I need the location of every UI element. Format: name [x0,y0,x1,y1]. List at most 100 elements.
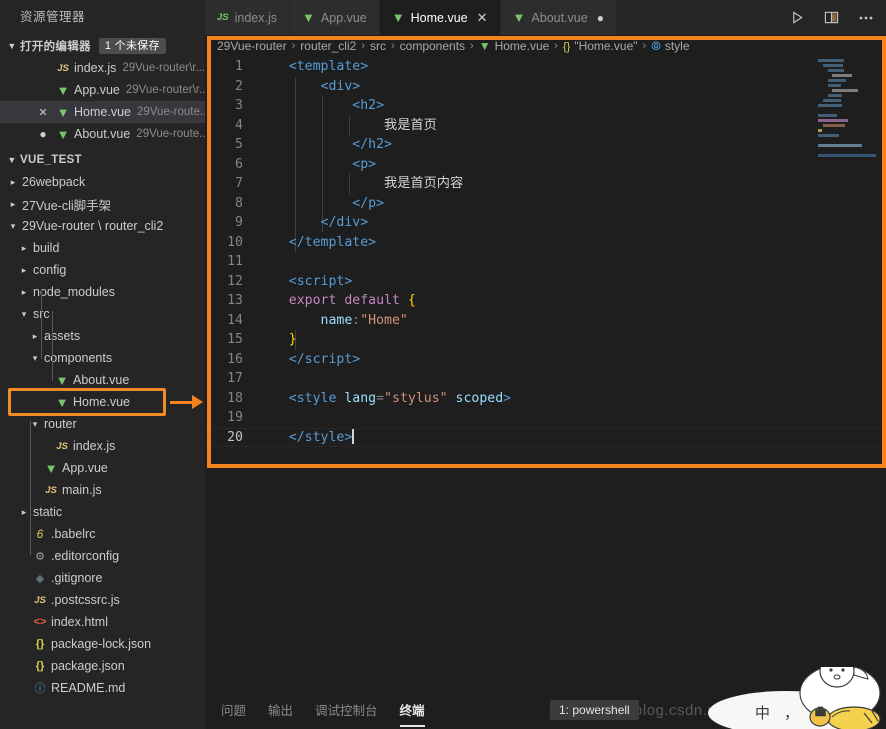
code-line[interactable]: 5 </h2> [205,135,886,155]
breadcrumb-item[interactable]: {} "Home.vue" [563,39,638,53]
chevron-right-icon: › [642,40,647,52]
code-line[interactable]: 10 </template> [205,233,886,253]
code-token: = [376,390,385,406]
editor-tab[interactable]: ▼ About.vue ● [500,0,617,35]
tree-file[interactable]: {} package-lock.json [0,633,205,655]
open-editor-item[interactable]: JS index.js 29Vue-router\r... [0,57,205,79]
tree-item-label: 29Vue-router \ router_cli2 [22,219,164,233]
chevron-right-icon: › [390,40,395,52]
dirty-indicator-icon[interactable]: ● [32,127,54,141]
panel-tab[interactable]: 调试控制台 [313,696,380,725]
tree-file[interactable]: ▼ About.vue [0,369,205,391]
code-line[interactable]: 20 </style> [205,427,886,447]
tab-dirty-icon[interactable]: ● [597,11,604,25]
code-editor[interactable]: 29Vue-router › router_cli2 › src › components ›… [205,35,886,468]
workspace-header[interactable]: ▼ VUE_TEST [0,149,205,171]
code-line[interactable]: 15 } [205,330,886,350]
code-content[interactable]: 1 <template> 2 <div> 3 <h2> 4 我是首页 5 </h2> 6 … [205,57,886,455]
tree-folder[interactable]: ▾ components [0,347,205,369]
editor-tab[interactable]: ▼ App.vue [290,0,380,35]
tree-item-label: About.vue [73,373,130,387]
breadcrumb-item[interactable]: ⦾ style [651,39,689,54]
tree-item-label: package.json [51,659,125,673]
code-line[interactable]: 14 name:"Home" [205,311,886,331]
code-line[interactable]: 18 <style lang="stylus" scoped> [205,389,886,409]
code-line[interactable]: 6 <p> [205,155,886,175]
breadcrumb-item[interactable]: components [400,39,465,53]
tree-item-label: components [44,351,113,365]
code-line[interactable]: 4 我是首页 [205,116,886,136]
open-editor-item[interactable]: ● ▼ About.vue 29Vue-route... [0,123,205,145]
breadcrumb-label: src [369,39,386,53]
split-editor-button[interactable] [816,0,846,35]
vue-file-icon: ▼ [55,372,69,388]
breadcrumb-label: style [664,38,690,53]
open-editor-item[interactable]: ✕ ▼ Home.vue 29Vue-route... [0,101,205,123]
tab-close-icon[interactable]: ✕ [477,10,488,26]
breadcrumb[interactable]: 29Vue-router › router_cli2 › src › components ›… [205,35,886,57]
code-line[interactable]: 17 [205,369,886,389]
tree-file[interactable]: <> index.html [0,611,205,633]
line-text: <style lang="stylus" scoped> [257,389,511,409]
more-actions-button[interactable] [850,0,880,35]
vue-file-icon: ▼ [302,10,315,25]
code-line[interactable]: 1 <template> [205,57,886,77]
code-token: lang [344,390,377,406]
tree-folder[interactable]: ▾ 29Vue-router \ router_cli2 [0,215,205,237]
line-text: </script> [257,350,360,370]
run-button[interactable] [782,0,812,35]
line-text: export default { [257,291,416,311]
code-line[interactable]: 2 <div> [205,77,886,97]
panel-tab[interactable]: 输出 [266,696,295,725]
open-editors-header[interactable]: ▼ 打开的编辑器 1 个未保存 [0,35,205,57]
line-number: 5 [235,137,243,152]
breadcrumb-item[interactable]: 29Vue-router [217,39,287,53]
breadcrumb-item[interactable]: src [370,39,386,53]
vue-file-icon: ▼ [44,460,58,476]
code-line[interactable]: 12 <script> [205,272,886,292]
tab-label: index.js [234,10,278,25]
tree-item-label: main.js [62,483,102,497]
tree-folder[interactable]: ▸ 26webpack [0,171,205,193]
panel-tab[interactable]: 终端 [398,696,427,727]
tree-folder[interactable]: ▸ config [0,259,205,281]
terminal-output[interactable] [205,468,886,690]
line-number: 9 [235,215,243,230]
tree-folder[interactable]: ▸ 27Vue-cli脚手架 [0,193,205,215]
terminal-selector-dropdown[interactable]: 1: powershell [550,700,639,720]
close-icon[interactable]: ✕ [32,106,54,119]
panel-tab-list: 问题 输出 调试控制台 终端 [219,696,445,727]
tree-file[interactable]: {} package.json [0,655,205,677]
line-number: 11 [227,254,243,269]
line-number: 20 [227,429,243,445]
code-line[interactable]: 8 </p> [205,194,886,214]
tree-file[interactable]: JS .postcssrc.js [0,589,205,611]
breadcrumb-item[interactable]: ▼ Home.vue [479,39,550,53]
panel-tab[interactable]: 问题 [219,696,248,725]
editor-tab[interactable]: JS index.js [205,0,291,35]
code-line[interactable]: 7 我是首页内容 [205,174,886,194]
panel-tab-label: 输出 [268,703,294,718]
code-line[interactable]: 3 <h2> [205,96,886,116]
line-number: 10 [227,234,243,250]
tree-file[interactable]: ⓘ README.md [0,677,205,699]
line-text: <template> [257,57,368,77]
tree-folder[interactable]: ▸ build [0,237,205,259]
chevron-down-icon: ▾ [32,352,38,363]
breadcrumb-item[interactable]: router_cli2 [300,39,356,53]
tree-folder[interactable]: ▸ node_modules [0,281,205,303]
code-line[interactable]: 13 export default { [205,291,886,311]
code-line[interactable]: 19 [205,408,886,428]
open-editor-item[interactable]: ▼ App.vue 29Vue-router\r... [0,79,205,101]
code-line[interactable]: 11 [205,252,886,272]
minimap[interactable] [818,59,880,179]
tree-file[interactable]: ◆ .gitignore [0,567,205,589]
code-line[interactable]: 16 </script> [205,350,886,370]
tree-folder[interactable]: ▸ assets [0,325,205,347]
chevron-down-icon: ▼ [7,41,17,51]
line-number: 7 [235,176,243,191]
breadcrumb-label: Home.vue [494,39,550,53]
tree-folder[interactable]: ▾src [0,303,205,325]
code-line[interactable]: 9 </div> [205,213,886,233]
editor-tab[interactable]: ▼ Home.vue ✕ [379,0,501,35]
